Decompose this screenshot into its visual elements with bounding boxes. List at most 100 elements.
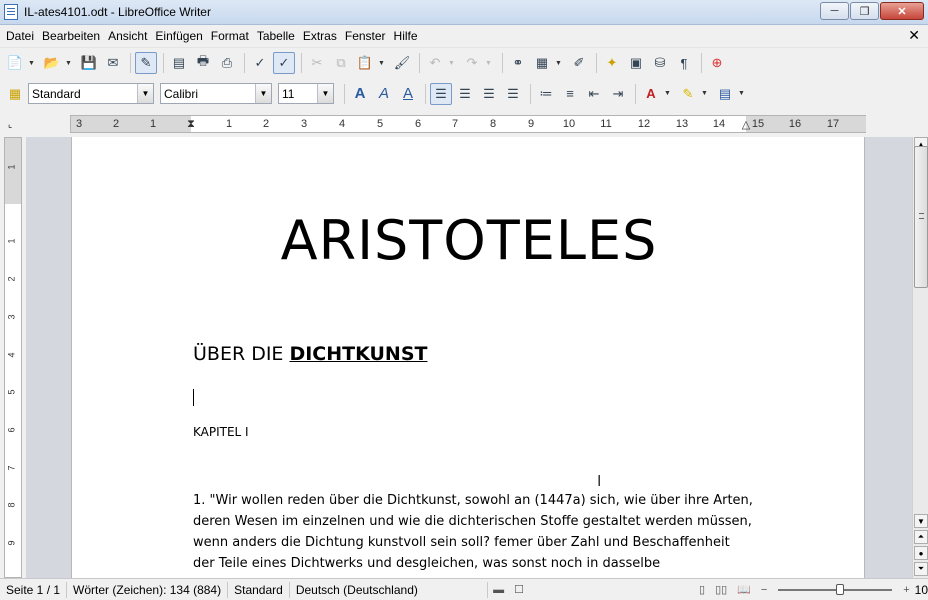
copy-icon[interactable]: ⧉ xyxy=(330,52,352,74)
email-icon[interactable]: ✉ xyxy=(102,52,124,74)
data-sources-icon[interactable]: ⛁ xyxy=(649,52,671,74)
menu-format[interactable]: Format xyxy=(207,29,253,43)
align-center-icon[interactable]: ☰ xyxy=(454,83,476,105)
zoom-slider-knob[interactable] xyxy=(836,583,845,595)
justify-icon[interactable]: ☰ xyxy=(502,83,524,105)
navigation-icon[interactable]: ● xyxy=(914,546,928,560)
hyperlink-icon[interactable]: ⚭ xyxy=(507,52,529,74)
word-count[interactable]: Wörter (Zeichen): 134 (884) xyxy=(67,581,229,598)
multi-page-view-icon[interactable]: ▯▯ xyxy=(715,583,727,596)
italic-icon[interactable]: A xyxy=(373,83,395,105)
first-line-indent-icon[interactable]: ⧗ xyxy=(187,118,195,131)
styles-and-formatting-icon[interactable]: ▦ xyxy=(4,83,26,105)
vertical-scrollbar[interactable]: ▲ ▼ ⏶ ● ⏷ xyxy=(912,137,928,578)
menu-datei[interactable]: Datei xyxy=(2,29,38,43)
previous-page-icon[interactable]: ⏶ xyxy=(914,530,928,544)
horizontal-ruler[interactable]: ⌞ 3 2 1 ⧗ 1 2 3 4 5 6 7 8 9 10 11 12 13 … xyxy=(0,109,928,137)
navigator-icon[interactable]: ✦ xyxy=(601,52,623,74)
highlighting-icon[interactable]: ✎ xyxy=(677,83,699,105)
chapter-heading[interactable]: KAPITEL I xyxy=(193,425,249,439)
redo-icon[interactable]: ↷ xyxy=(461,52,483,74)
bullets-icon[interactable]: ≡ xyxy=(559,83,581,105)
document-page[interactable]: ARISTOTELES ÜBER DIE DICHTKUNST KAPITEL … xyxy=(71,137,865,578)
paste-dropdown-icon[interactable]: ▼ xyxy=(378,60,386,67)
book-view-icon[interactable]: 📖 xyxy=(737,583,751,596)
maximize-button[interactable]: ❐ xyxy=(850,2,879,20)
menu-einfuegen[interactable]: Einfügen xyxy=(151,29,206,43)
new-document-icon[interactable]: 📄 xyxy=(4,52,26,74)
font-color-icon[interactable]: A xyxy=(640,83,662,105)
zoom-in-icon[interactable]: + xyxy=(903,584,909,596)
background-color-icon[interactable]: ▤ xyxy=(714,83,736,105)
vertical-ruler-band[interactable]: 1 1 2 3 4 5 6 7 8 9 xyxy=(4,137,22,578)
align-right-icon[interactable]: ☰ xyxy=(478,83,500,105)
scroll-down-icon[interactable]: ▼ xyxy=(914,514,928,528)
font-color-dropdown-icon[interactable]: ▼ xyxy=(664,90,672,97)
decrease-indent-icon[interactable]: ⇤ xyxy=(583,83,605,105)
undo-icon[interactable]: ↶ xyxy=(424,52,446,74)
menu-fenster[interactable]: Fenster xyxy=(341,29,390,43)
tab-type-icon[interactable]: ⌞ xyxy=(8,119,12,130)
align-left-icon[interactable]: ☰ xyxy=(430,82,452,105)
open-icon[interactable]: 📂 xyxy=(41,52,63,74)
print-icon[interactable]: 🖶 xyxy=(192,52,214,74)
menu-bearbeiten[interactable]: Bearbeiten xyxy=(38,29,104,43)
menu-ansicht[interactable]: Ansicht xyxy=(104,29,151,43)
scrollbar-thumb[interactable] xyxy=(914,146,928,288)
table-icon[interactable]: ▦ xyxy=(531,52,553,74)
draw-functions-icon[interactable]: ✐ xyxy=(568,52,590,74)
undo-dropdown-icon[interactable]: ▼ xyxy=(448,60,456,67)
redo-dropdown-icon[interactable]: ▼ xyxy=(485,60,493,67)
document-heading[interactable]: ARISTOTELES xyxy=(72,209,866,272)
underline-icon[interactable]: A xyxy=(397,83,419,105)
zoom-out-icon[interactable]: − xyxy=(761,584,767,596)
paragraph-style-select[interactable]: Standard ▼ xyxy=(28,83,154,104)
ruler-band[interactable]: 3 2 1 ⧗ 1 2 3 4 5 6 7 8 9 10 11 12 13 14… xyxy=(70,115,866,133)
table-dropdown-icon[interactable]: ▼ xyxy=(555,60,563,67)
font-name-select[interactable]: Calibri ▼ xyxy=(160,83,272,104)
close-document-button[interactable]: ✕ xyxy=(908,27,920,44)
edit-mode-icon[interactable]: ✎ xyxy=(135,52,157,74)
formatting-marks-icon[interactable]: ¶ xyxy=(673,52,695,74)
save-icon[interactable]: 💾 xyxy=(78,52,100,74)
menu-hilfe[interactable]: Hilfe xyxy=(390,29,422,43)
bold-icon[interactable]: A xyxy=(349,83,371,105)
print-preview-icon[interactable]: ⎙ xyxy=(216,52,238,74)
open-dropdown-icon[interactable]: ▼ xyxy=(65,60,73,67)
language[interactable]: Deutsch (Deutschland) xyxy=(290,581,489,598)
document-area[interactable]: ARISTOTELES ÜBER DIE DICHTKUNST KAPITEL … xyxy=(26,137,912,578)
increase-indent-icon[interactable]: ⇥ xyxy=(607,83,629,105)
chevron-down-icon[interactable]: ▼ xyxy=(255,84,271,103)
selection-mode-icon[interactable]: ☐ xyxy=(514,583,524,596)
page-style[interactable]: Standard xyxy=(228,581,290,598)
insert-mode-icon[interactable]: ▬ xyxy=(493,584,504,596)
paste-icon[interactable]: 📋 xyxy=(354,52,376,74)
document-subheading[interactable]: ÜBER DIE DICHTKUNST xyxy=(193,343,427,365)
page-count[interactable]: Seite 1 / 1 xyxy=(0,581,68,598)
menu-extras[interactable]: Extras xyxy=(299,29,341,43)
export-pdf-icon[interactable]: ▤ xyxy=(168,52,190,74)
right-indent-icon[interactable]: △ xyxy=(742,118,750,131)
autospellcheck-icon[interactable]: ✓ xyxy=(273,52,295,74)
single-page-view-icon[interactable]: ▯ xyxy=(699,583,705,596)
gallery-icon[interactable]: ▣ xyxy=(625,52,647,74)
spellcheck-icon[interactable]: ✓ xyxy=(249,52,271,74)
chevron-down-icon[interactable]: ▼ xyxy=(317,84,333,103)
new-dropdown-icon[interactable]: ▼ xyxy=(28,60,36,67)
close-window-button[interactable]: ✕ xyxy=(880,2,924,20)
body-paragraph[interactable]: 1. "Wir wollen reden über die Dichtkunst… xyxy=(193,490,753,578)
minimize-button[interactable]: ─ xyxy=(820,2,849,20)
zoom-percentage[interactable]: 10 xyxy=(915,583,928,597)
chevron-down-icon[interactable]: ▼ xyxy=(137,84,153,103)
menu-tabelle[interactable]: Tabelle xyxy=(253,29,299,43)
highlighting-dropdown-icon[interactable]: ▼ xyxy=(701,90,709,97)
vertical-ruler[interactable]: 1 1 2 3 4 5 6 7 8 9 xyxy=(0,137,26,578)
background-color-dropdown-icon[interactable]: ▼ xyxy=(738,90,746,97)
font-size-select[interactable]: 11 ▼ xyxy=(278,83,334,104)
zoom-slider[interactable] xyxy=(778,583,893,595)
next-page-icon[interactable]: ⏷ xyxy=(914,562,928,576)
cut-icon[interactable]: ✂ xyxy=(306,52,328,74)
numbering-icon[interactable]: ≔ xyxy=(535,83,557,105)
help-icon[interactable]: ⊕ xyxy=(706,52,728,74)
clone-formatting-icon[interactable]: 🖌 xyxy=(391,52,413,74)
